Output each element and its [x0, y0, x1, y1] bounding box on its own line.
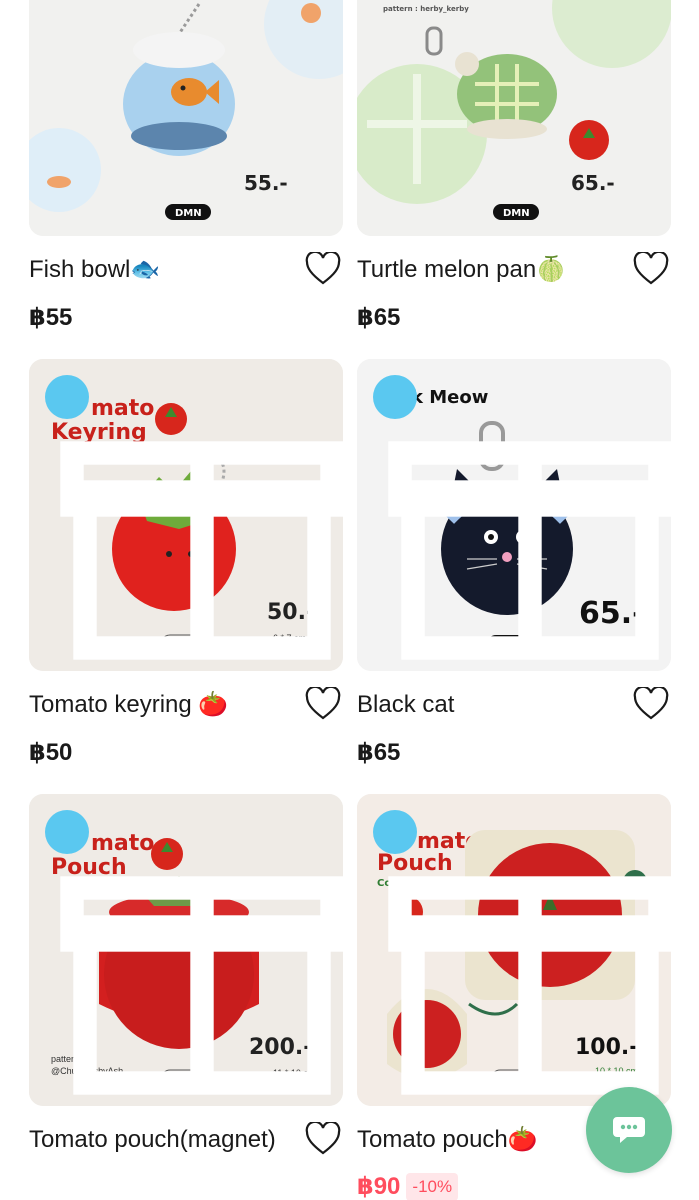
product-image[interactable]: pattern : herby_kerby 65.- DMN	[357, 0, 671, 236]
image-price-tag: 65.-	[571, 171, 615, 195]
product-title-row: Fish bowl🐟	[29, 250, 343, 290]
product-image[interactable]: k Meow 65.- 5.5*5.5 cm DMN	[357, 359, 671, 671]
product-price: ฿90 -10%	[357, 1171, 459, 1200]
product-image[interactable]: 55.- DMN	[29, 0, 343, 236]
product-title-row: Tomato keyring 🍅	[29, 685, 343, 725]
chat-button[interactable]	[586, 1087, 672, 1173]
heart-outline-icon[interactable]	[305, 1122, 341, 1156]
gift-icon	[373, 810, 671, 1095]
product-card-turtle-melon-pan[interactable]: pattern : herby_kerby 65.- DMN Turtle me…	[357, 0, 671, 331]
heart-outline-icon[interactable]	[305, 687, 341, 721]
product-price: ฿65	[357, 739, 401, 766]
product-card-black-cat[interactable]: k Meow 65.- 5.5*5.5 cm DMN Black cat ฿65	[357, 359, 671, 766]
gift-icon	[373, 375, 671, 660]
product-price: ฿55	[29, 304, 73, 331]
product-card-tomato-pouch-magnet[interactable]: mato Pouch pattern by @ChubbiesbyAsh DMN…	[29, 794, 343, 1155]
chat-bubble-icon	[613, 1117, 645, 1143]
product-title[interactable]: Fish bowl🐟	[29, 250, 299, 290]
product-card-tomato-keyring[interactable]: mato Keyring 50.- 6 * 7 cm DMN Tomato ke…	[29, 359, 343, 766]
gift-icon	[45, 375, 343, 660]
product-title-row: Black cat	[357, 685, 671, 725]
heart-outline-icon[interactable]	[305, 252, 341, 286]
sale-price: ฿90	[357, 1173, 401, 1200]
product-price: ฿50	[29, 739, 73, 766]
image-price-tag: 55.-	[244, 171, 288, 195]
image-brand: DMN	[503, 208, 530, 219]
product-card-tomato-pouch[interactable]: mato Pouch Cotton soft 100.- 10 * 10 cm …	[357, 794, 671, 1200]
product-price: ฿65	[357, 304, 401, 331]
gift-icon	[45, 810, 343, 1095]
product-title[interactable]: Turtle melon pan🍈	[357, 250, 627, 290]
discount-badge: -10%	[406, 1173, 459, 1200]
product-image[interactable]: mato Pouch pattern by @ChubbiesbyAsh DMN…	[29, 794, 343, 1106]
product-card-fish-bowl[interactable]: 55.- DMN Fish bowl🐟 ฿55	[29, 0, 343, 331]
product-title[interactable]: Tomato pouch(magnet)	[29, 1120, 289, 1160]
product-title[interactable]: Black cat	[357, 685, 627, 725]
product-image[interactable]: mato Keyring 50.- 6 * 7 cm DMN	[29, 359, 343, 671]
product-title-row: Tomato pouch(magnet)	[29, 1120, 343, 1200]
product-title[interactable]: Tomato keyring 🍅	[29, 685, 299, 725]
image-brand: DMN	[175, 208, 202, 219]
image-caption: pattern : herby_kerby	[383, 5, 469, 13]
product-title-row: Turtle melon pan🍈	[357, 250, 671, 290]
heart-outline-icon[interactable]	[633, 687, 669, 721]
product-image[interactable]: mato Pouch Cotton soft 100.- 10 * 10 cm …	[357, 794, 671, 1106]
heart-outline-icon[interactable]	[633, 252, 669, 286]
